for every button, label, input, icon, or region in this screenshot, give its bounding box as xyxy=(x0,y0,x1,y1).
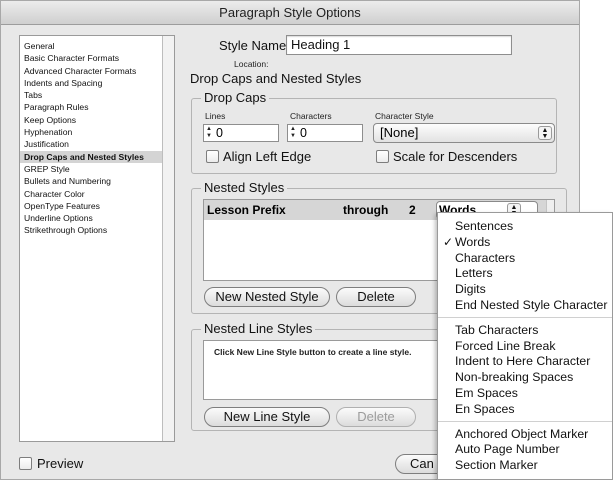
menu-item-label: Letters xyxy=(455,266,493,281)
menu-item-label: Tab Characters xyxy=(455,322,539,337)
menu-item-label: Words xyxy=(455,234,491,249)
characters-value: 0 xyxy=(300,126,307,140)
menu-item-label: Anchored Object Marker xyxy=(455,426,589,441)
preview-checkbox[interactable] xyxy=(19,457,32,470)
style-name-label: Style Name: xyxy=(219,38,290,53)
menu-item[interactable]: Sentences xyxy=(438,219,612,234)
menu-item[interactable]: Digits xyxy=(438,282,612,297)
scale-descenders-label: Scale for Descenders xyxy=(393,149,518,164)
sidebar-item[interactable]: Justification xyxy=(20,138,163,150)
menu-item-label: End Nested Style Character xyxy=(455,298,608,312)
menu-item[interactable]: Letters xyxy=(438,266,612,281)
lines-value: 0 xyxy=(216,126,223,140)
drop-caps-title: Drop Caps xyxy=(201,90,270,105)
character-style-label: Character Style xyxy=(375,111,434,121)
unit-dropdown-menu: Sentences ✓ Words Characters Letters Digits En… xyxy=(437,212,613,480)
menu-item[interactable]: Forced Line Break xyxy=(438,339,612,354)
character-style-select[interactable]: [None] ▲ ▼ xyxy=(373,123,555,143)
menu-item-label: Digits xyxy=(455,282,486,297)
sidebar-item[interactable]: Underline Options xyxy=(20,212,163,224)
menu-item[interactable]: Anchored Object Marker xyxy=(438,427,612,442)
sidebar-item[interactable]: General xyxy=(20,40,163,52)
sidebar-category-list: General Basic Character Formats Advanced C… xyxy=(19,35,175,442)
align-left-edge-checkbox[interactable] xyxy=(206,150,219,163)
window-title: Paragraph Style Options xyxy=(1,1,579,25)
menu-item-label: Non-breaking Spaces xyxy=(455,370,574,385)
nested-line-styles-title: Nested Line Styles xyxy=(201,321,316,336)
menu-item[interactable]: Tab Characters xyxy=(438,323,612,338)
preview-label: Preview xyxy=(37,456,84,471)
nested-style-mode[interactable]: through xyxy=(343,200,388,220)
stepper-arrows-icon[interactable]: ▲ ▼ xyxy=(289,126,297,140)
sidebar-item[interactable]: Drop Caps and Nested Styles xyxy=(20,150,163,163)
nested-styles-title: Nested Styles xyxy=(201,180,288,195)
menu-separator xyxy=(438,316,612,318)
sidebar-item[interactable]: Keep Options xyxy=(20,114,163,126)
section-title: Drop Caps and Nested Styles xyxy=(190,71,362,86)
stepper-arrows-icon[interactable]: ▲ ▼ xyxy=(205,126,213,140)
sidebar-item[interactable]: Paragraph Rules xyxy=(20,101,163,113)
menu-item[interactable]: Auto Page Number xyxy=(438,442,612,457)
menu-item[interactable]: Characters xyxy=(438,251,612,266)
sidebar-item[interactable]: Tabs xyxy=(20,89,163,101)
menu-item[interactable]: En Spaces xyxy=(438,402,612,417)
menu-item[interactable]: Indent to Here Character xyxy=(438,354,612,369)
scale-descenders-checkbox[interactable] xyxy=(376,150,389,163)
sidebar-item[interactable]: OpenType Features xyxy=(20,200,163,212)
menu-item-label: Indent to Here Character xyxy=(455,354,591,369)
sidebar-item[interactable]: Indents and Spacing xyxy=(20,77,163,89)
sidebar-item[interactable]: Strikethrough Options xyxy=(20,224,163,236)
checkmark-icon: ✓ xyxy=(443,234,454,249)
menu-item[interactable]: Section Marker xyxy=(438,458,612,473)
menu-item-label: Forced Line Break xyxy=(455,338,556,353)
nested-line-styles-hint: Click New Line Style button to create a … xyxy=(214,347,412,357)
menu-item[interactable]: ✓ Words xyxy=(438,235,612,250)
menu-separator xyxy=(438,420,612,422)
characters-stepper[interactable]: ▲ ▼ 0 xyxy=(287,124,363,142)
style-name-input[interactable]: Heading 1 xyxy=(286,35,512,55)
delete-nested-style-button[interactable]: Delete xyxy=(336,287,416,307)
new-line-style-button[interactable]: New Line Style xyxy=(204,407,330,427)
menu-item-label: Section Marker xyxy=(455,458,538,473)
align-left-edge-label: Align Left Edge xyxy=(223,149,312,164)
sidebar-item[interactable]: Bullets and Numbering xyxy=(20,175,163,187)
menu-item-label: Em Spaces xyxy=(455,386,518,400)
menu-item-label: En Spaces xyxy=(455,401,515,416)
menu-item-label: Sentences xyxy=(455,219,514,233)
lines-stepper[interactable]: ▲ ▼ 0 xyxy=(203,124,279,142)
sidebar-item[interactable]: GREP Style xyxy=(20,163,163,175)
nested-style-count[interactable]: 2 xyxy=(409,200,416,220)
menu-item[interactable]: Em Spaces xyxy=(438,386,612,401)
new-nested-style-button[interactable]: New Nested Style xyxy=(204,287,330,307)
sidebar-scrollbar[interactable] xyxy=(162,36,174,441)
lines-label: Lines xyxy=(205,111,226,121)
sidebar-item[interactable]: Hyphenation xyxy=(20,126,163,138)
menu-item[interactable]: End Nested Style Character xyxy=(438,298,612,313)
sidebar-item[interactable]: Basic Character Formats xyxy=(20,52,163,64)
nested-style-name[interactable]: Lesson Prefix xyxy=(207,200,286,220)
delete-line-style-button[interactable]: Delete xyxy=(336,407,416,427)
character-style-value: [None] xyxy=(380,125,419,140)
select-arrows-icon: ▲▼ xyxy=(538,126,552,140)
location-label: Location: xyxy=(234,59,269,69)
sidebar-item[interactable]: Character Color xyxy=(20,188,163,200)
menu-item-label: Characters xyxy=(455,250,516,265)
menu-item-label: Auto Page Number xyxy=(455,442,560,457)
characters-label: Characters xyxy=(290,111,332,121)
menu-item[interactable]: Non-breaking Spaces xyxy=(438,370,612,385)
sidebar-item[interactable]: Advanced Character Formats xyxy=(20,65,163,77)
